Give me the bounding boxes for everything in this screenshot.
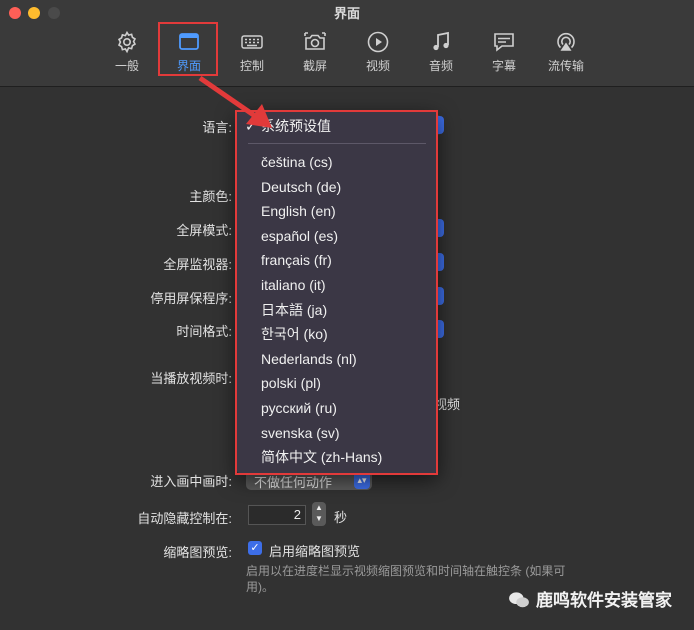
- fullscreen-mode-label: 全屏模式:: [176, 223, 232, 238]
- tab-subtitles-label: 字幕: [491, 59, 516, 73]
- time-format-label: 时间格式:: [176, 324, 232, 339]
- tab-general-label: 一般: [114, 59, 139, 73]
- tab-subtitles[interactable]: 字幕: [473, 30, 535, 78]
- menu-item-label: 系统预设值: [261, 118, 331, 134]
- keyboard-icon: [241, 35, 263, 49]
- menu-item-ja[interactable]: 日本語 (ja): [236, 299, 438, 321]
- menu-item-ru[interactable]: русский (ru): [236, 397, 438, 419]
- tab-streaming-label: 流传输: [547, 59, 584, 73]
- tab-screenshot-label: 截屏: [302, 59, 327, 73]
- autohide-seconds-input[interactable]: 2: [248, 505, 306, 525]
- wechat-icon: [509, 592, 529, 608]
- menu-item-de[interactable]: Deutsch (de): [236, 176, 438, 198]
- tab-controls-label: 控制: [239, 59, 264, 73]
- music-note-icon: [433, 31, 449, 51]
- autohide-stepper[interactable]: ▲ ▼: [312, 502, 326, 526]
- thumbnail-preview-checkbox-label[interactable]: 启用缩略图预览: [269, 541, 360, 560]
- tab-video-label: 视频: [365, 59, 390, 73]
- language-label: 语言:: [202, 120, 232, 135]
- tab-screenshot[interactable]: 截屏: [284, 30, 346, 78]
- window-title: 界面: [333, 6, 360, 21]
- tab-video[interactable]: 视频: [347, 30, 409, 78]
- menu-item-sv[interactable]: svenska (sv): [236, 422, 438, 444]
- window-titlebar: 界面 一般 界面 控制 截屏 视频 音频 字幕 流传输: [0, 0, 694, 87]
- autohide-label: 自动隐藏控制在:: [137, 511, 232, 526]
- play-icon: [367, 31, 389, 53]
- gear-icon: [117, 30, 137, 54]
- airplay-icon: [557, 32, 575, 51]
- menu-item-fr[interactable]: français (fr): [236, 249, 438, 271]
- autohide-unit: 秒: [334, 510, 348, 525]
- tab-audio[interactable]: 音频: [410, 30, 472, 78]
- disable-screensaver-label: 停用屏保程序:: [150, 291, 232, 306]
- tab-controls[interactable]: 控制: [221, 30, 283, 78]
- menu-separator: [248, 143, 426, 144]
- footer-brand: 鹿鸣软件安装管家: [508, 586, 672, 612]
- fullscreen-monitor-label: 全屏监视器:: [163, 257, 232, 272]
- when-playing-label: 当播放视频时:: [150, 371, 232, 386]
- menu-item-system-default[interactable]: ✓ 系统预设值: [236, 115, 438, 137]
- language-dropdown-menu: ✓ 系统预设值 čeština (cs) Deutsch (de) Englis…: [236, 110, 438, 474]
- thumbnail-preview-label: 缩略图预览:: [163, 545, 232, 560]
- checkmark-icon: ✓: [245, 118, 257, 134]
- menu-item-en[interactable]: English (en): [236, 200, 438, 222]
- menu-item-cs[interactable]: čeština (cs): [236, 151, 438, 173]
- tab-highlight-box: [158, 22, 218, 76]
- thumbnail-preview-checkbox[interactable]: ✓: [248, 541, 262, 555]
- menu-item-nl[interactable]: Nederlands (nl): [236, 348, 438, 370]
- menu-item-zh-hans[interactable]: 简体中文 (zh-Hans): [236, 446, 438, 468]
- tab-audio-label: 音频: [428, 59, 453, 73]
- pip-popup-value: 不做任何动作: [254, 475, 333, 490]
- menu-item-ko[interactable]: 한국어 (ko): [236, 323, 438, 345]
- menu-item-pl[interactable]: polski (pl): [236, 372, 438, 394]
- menu-item-es[interactable]: español (es): [236, 225, 438, 247]
- subtitle-icon: [494, 33, 514, 52]
- tab-streaming[interactable]: 流传输: [535, 30, 597, 78]
- theme-color-label: 主颜色:: [189, 189, 232, 204]
- footer-brand-text: 鹿鸣软件安装管家: [536, 591, 672, 610]
- pip-label: 进入画中画时:: [150, 474, 232, 489]
- tab-general[interactable]: 一般: [96, 30, 158, 78]
- camera-icon: [304, 32, 326, 50]
- menu-item-it[interactable]: italiano (it): [236, 274, 438, 296]
